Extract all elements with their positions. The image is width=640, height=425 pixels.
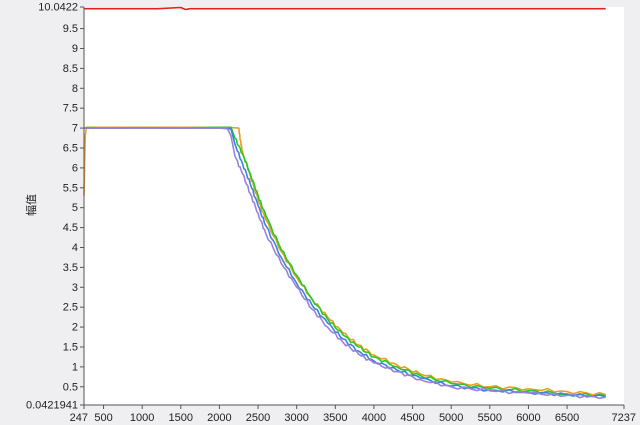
x-tick-label: 5000 [439, 412, 463, 424]
y-tick-label: 4.5 [63, 222, 78, 234]
y-tick-label: 9 [72, 43, 78, 55]
y-tick-label: 0.5 [63, 381, 78, 393]
y-tick-label: 5.5 [63, 182, 78, 194]
y-tick-label: 1 [72, 361, 78, 373]
x-tick-label: 6000 [516, 412, 540, 424]
x-tick-label: 2500 [246, 412, 270, 424]
y-tick-label: 7.5 [63, 103, 78, 115]
y-tick-label: 2 [72, 322, 78, 334]
y-tick-label: 8.5 [63, 63, 78, 75]
plot-area-background [84, 7, 624, 405]
x-tick-label: 5500 [478, 412, 502, 424]
x-tick-label: 1500 [169, 412, 193, 424]
x-tick-label: 247 [70, 412, 88, 424]
x-tick-label: 500 [94, 412, 112, 424]
y-tick-label: 4 [72, 242, 78, 254]
y-tick-label: 10.0422 [38, 2, 78, 14]
y-tick-label: 3 [72, 282, 78, 294]
x-tick-label: 3500 [323, 412, 347, 424]
amplitude-line-chart: 0.0421941 0.5 1 1.5 2 2.5 3 3.5 4 4.5 5 5.5 6 6.5 7 7.5… [25, 2, 636, 425]
x-tick-label: 4500 [400, 412, 424, 424]
y-tick-label: 6.5 [63, 142, 78, 154]
x-tick-label: 4000 [362, 412, 386, 424]
y-tick-label: 8 [72, 83, 78, 95]
y-tick-label: 0.0421941 [26, 400, 78, 412]
x-tick-label: 2000 [207, 412, 231, 424]
y-tick-label: 5 [72, 202, 78, 214]
y-tick-label: 7 [72, 123, 78, 135]
y-axis-label: 幅值 [25, 194, 38, 216]
y-tick-label: 3.5 [63, 262, 78, 274]
y-tick-label: 6 [72, 162, 78, 174]
x-tick-label: 6500 [555, 412, 579, 424]
x-tick-label: 1000 [130, 412, 154, 424]
y-tick-label: 9.5 [63, 23, 78, 35]
x-tick-label: 3000 [284, 412, 308, 424]
x-axis-ticks: 247 500 1000 1500 2000 2500 3000 3500 4000 4500 50… [70, 405, 636, 424]
y-tick-label: 2.5 [63, 302, 78, 314]
x-tick-label: 7237 [612, 412, 636, 424]
y-tick-label: 1.5 [63, 341, 78, 353]
